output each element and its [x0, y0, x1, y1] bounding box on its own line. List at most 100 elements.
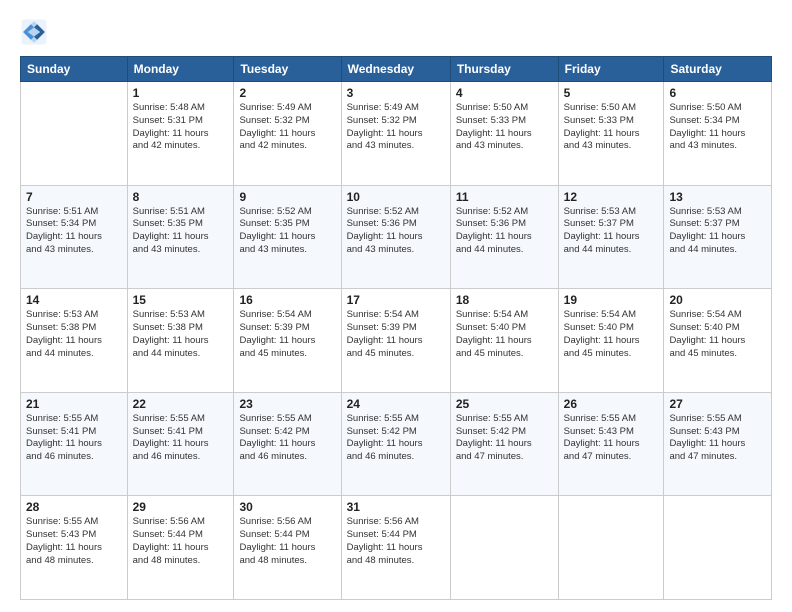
calendar-cell	[558, 496, 664, 600]
calendar-cell	[450, 496, 558, 600]
week-row-5: 28 Sunrise: 5:55 AM Sunset: 5:43 PM Dayli…	[21, 496, 772, 600]
calendar-cell: 17 Sunrise: 5:54 AM Sunset: 5:39 PM Dayli…	[341, 289, 450, 393]
day-info: Sunrise: 5:52 AM Sunset: 5:36 PM Dayligh…	[347, 206, 445, 257]
day-number: 31	[347, 500, 445, 514]
day-number: 25	[456, 397, 553, 411]
day-number: 7	[26, 190, 122, 204]
day-number: 24	[347, 397, 445, 411]
calendar-cell: 5 Sunrise: 5:50 AM Sunset: 5:33 PM Daylig…	[558, 82, 664, 186]
day-number: 30	[239, 500, 335, 514]
calendar-cell: 4Sunrise: 5:50 AM Sunset: 5:33 PM Daylig…	[450, 82, 558, 186]
calendar-cell: 10 Sunrise: 5:52 AM Sunset: 5:36 PM Dayli…	[341, 185, 450, 289]
day-number: 20	[669, 293, 766, 307]
day-info: Sunrise: 5:50 AM Sunset: 5:33 PM Dayligh…	[456, 102, 553, 153]
week-row-2: 7 Sunrise: 5:51 AM Sunset: 5:34 PM Daylig…	[21, 185, 772, 289]
day-info: Sunrise: 5:56 AM Sunset: 5:44 PM Dayligh…	[347, 516, 445, 567]
column-header-monday: Monday	[127, 57, 234, 82]
day-number: 1	[133, 86, 229, 100]
day-number: 29	[133, 500, 229, 514]
day-number: 6	[669, 86, 766, 100]
day-number: 22	[133, 397, 229, 411]
calendar-cell: 31 Sunrise: 5:56 AM Sunset: 5:44 PM Dayli…	[341, 496, 450, 600]
calendar-cell: 12Sunrise: 5:53 AM Sunset: 5:37 PM Dayli…	[558, 185, 664, 289]
column-header-saturday: Saturday	[664, 57, 772, 82]
day-number: 11	[456, 190, 553, 204]
day-info: Sunrise: 5:53 AM Sunset: 5:37 PM Dayligh…	[564, 206, 659, 257]
day-number: 18	[456, 293, 553, 307]
calendar-cell: 23 Sunrise: 5:55 AM Sunset: 5:42 PM Dayli…	[234, 392, 341, 496]
day-info: Sunrise: 5:55 AM Sunset: 5:41 PM Dayligh…	[26, 413, 122, 464]
calendar-cell: 16Sunrise: 5:54 AM Sunset: 5:39 PM Dayli…	[234, 289, 341, 393]
calendar-cell: 19Sunrise: 5:54 AM Sunset: 5:40 PM Dayli…	[558, 289, 664, 393]
day-number: 28	[26, 500, 122, 514]
day-number: 17	[347, 293, 445, 307]
calendar-cell: 20 Sunrise: 5:54 AM Sunset: 5:40 PM Dayli…	[664, 289, 772, 393]
day-number: 10	[347, 190, 445, 204]
day-number: 26	[564, 397, 659, 411]
calendar-cell	[21, 82, 128, 186]
day-number: 5	[564, 86, 659, 100]
calendar-cell: 7 Sunrise: 5:51 AM Sunset: 5:34 PM Daylig…	[21, 185, 128, 289]
week-row-4: 21 Sunrise: 5:55 AM Sunset: 5:41 PM Dayli…	[21, 392, 772, 496]
day-info: Sunrise: 5:53 AM Sunset: 5:38 PM Dayligh…	[26, 309, 122, 360]
day-number: 27	[669, 397, 766, 411]
day-info: Sunrise: 5:56 AM Sunset: 5:44 PM Dayligh…	[133, 516, 229, 567]
column-header-sunday: Sunday	[21, 57, 128, 82]
day-info: Sunrise: 5:55 AM Sunset: 5:41 PM Dayligh…	[133, 413, 229, 464]
calendar-cell: 28 Sunrise: 5:55 AM Sunset: 5:43 PM Dayli…	[21, 496, 128, 600]
day-info: Sunrise: 5:52 AM Sunset: 5:36 PM Dayligh…	[456, 206, 553, 257]
day-info: Sunrise: 5:55 AM Sunset: 5:43 PM Dayligh…	[669, 413, 766, 464]
calendar-cell: 26Sunrise: 5:55 AM Sunset: 5:43 PM Dayli…	[558, 392, 664, 496]
day-info: Sunrise: 5:49 AM Sunset: 5:32 PM Dayligh…	[347, 102, 445, 153]
column-header-wednesday: Wednesday	[341, 57, 450, 82]
day-info: Sunrise: 5:49 AM Sunset: 5:32 PM Dayligh…	[239, 102, 335, 153]
calendar-cell: 15 Sunrise: 5:53 AM Sunset: 5:38 PM Dayli…	[127, 289, 234, 393]
day-number: 13	[669, 190, 766, 204]
day-number: 23	[239, 397, 335, 411]
calendar-cell: 24 Sunrise: 5:55 AM Sunset: 5:42 PM Dayli…	[341, 392, 450, 496]
day-info: Sunrise: 5:51 AM Sunset: 5:34 PM Dayligh…	[26, 206, 122, 257]
calendar-table: SundayMondayTuesdayWednesdayThursdayFrid…	[20, 56, 772, 600]
logo-icon	[20, 18, 48, 46]
week-row-1: 1 Sunrise: 5:48 AM Sunset: 5:31 PM Daylig…	[21, 82, 772, 186]
calendar-cell: 14 Sunrise: 5:53 AM Sunset: 5:38 PM Dayli…	[21, 289, 128, 393]
day-number: 8	[133, 190, 229, 204]
day-info: Sunrise: 5:54 AM Sunset: 5:40 PM Dayligh…	[669, 309, 766, 360]
calendar-cell: 8Sunrise: 5:51 AM Sunset: 5:35 PM Daylig…	[127, 185, 234, 289]
calendar-cell: 2 Sunrise: 5:49 AM Sunset: 5:32 PM Daylig…	[234, 82, 341, 186]
day-info: Sunrise: 5:54 AM Sunset: 5:39 PM Dayligh…	[347, 309, 445, 360]
calendar-cell: 29 Sunrise: 5:56 AM Sunset: 5:44 PM Dayli…	[127, 496, 234, 600]
day-number: 15	[133, 293, 229, 307]
day-info: Sunrise: 5:50 AM Sunset: 5:33 PM Dayligh…	[564, 102, 659, 153]
column-header-tuesday: Tuesday	[234, 57, 341, 82]
day-info: Sunrise: 5:53 AM Sunset: 5:37 PM Dayligh…	[669, 206, 766, 257]
day-number: 2	[239, 86, 335, 100]
day-number: 21	[26, 397, 122, 411]
calendar-cell: 18 Sunrise: 5:54 AM Sunset: 5:40 PM Dayli…	[450, 289, 558, 393]
calendar-cell: 22 Sunrise: 5:55 AM Sunset: 5:41 PM Dayli…	[127, 392, 234, 496]
day-number: 3	[347, 86, 445, 100]
day-info: Sunrise: 5:55 AM Sunset: 5:42 PM Dayligh…	[239, 413, 335, 464]
calendar-cell: 3 Sunrise: 5:49 AM Sunset: 5:32 PM Daylig…	[341, 82, 450, 186]
day-info: Sunrise: 5:56 AM Sunset: 5:44 PM Dayligh…	[239, 516, 335, 567]
day-info: Sunrise: 5:55 AM Sunset: 5:42 PM Dayligh…	[347, 413, 445, 464]
calendar-cell: 9Sunrise: 5:52 AM Sunset: 5:35 PM Daylig…	[234, 185, 341, 289]
page: SundayMondayTuesdayWednesdayThursdayFrid…	[0, 0, 792, 612]
header	[20, 18, 772, 46]
column-header-thursday: Thursday	[450, 57, 558, 82]
day-number: 19	[564, 293, 659, 307]
day-info: Sunrise: 5:53 AM Sunset: 5:38 PM Dayligh…	[133, 309, 229, 360]
day-number: 14	[26, 293, 122, 307]
day-number: 16	[239, 293, 335, 307]
calendar-cell: 21 Sunrise: 5:55 AM Sunset: 5:41 PM Dayli…	[21, 392, 128, 496]
calendar-cell	[664, 496, 772, 600]
week-row-3: 14 Sunrise: 5:53 AM Sunset: 5:38 PM Dayli…	[21, 289, 772, 393]
column-header-friday: Friday	[558, 57, 664, 82]
calendar-cell: 1 Sunrise: 5:48 AM Sunset: 5:31 PM Daylig…	[127, 82, 234, 186]
day-info: Sunrise: 5:55 AM Sunset: 5:43 PM Dayligh…	[26, 516, 122, 567]
calendar-cell: 13 Sunrise: 5:53 AM Sunset: 5:37 PM Dayli…	[664, 185, 772, 289]
day-info: Sunrise: 5:54 AM Sunset: 5:40 PM Dayligh…	[456, 309, 553, 360]
day-info: Sunrise: 5:52 AM Sunset: 5:35 PM Dayligh…	[239, 206, 335, 257]
calendar-cell: 30 Sunrise: 5:56 AM Sunset: 5:44 PM Dayli…	[234, 496, 341, 600]
day-info: Sunrise: 5:48 AM Sunset: 5:31 PM Dayligh…	[133, 102, 229, 153]
